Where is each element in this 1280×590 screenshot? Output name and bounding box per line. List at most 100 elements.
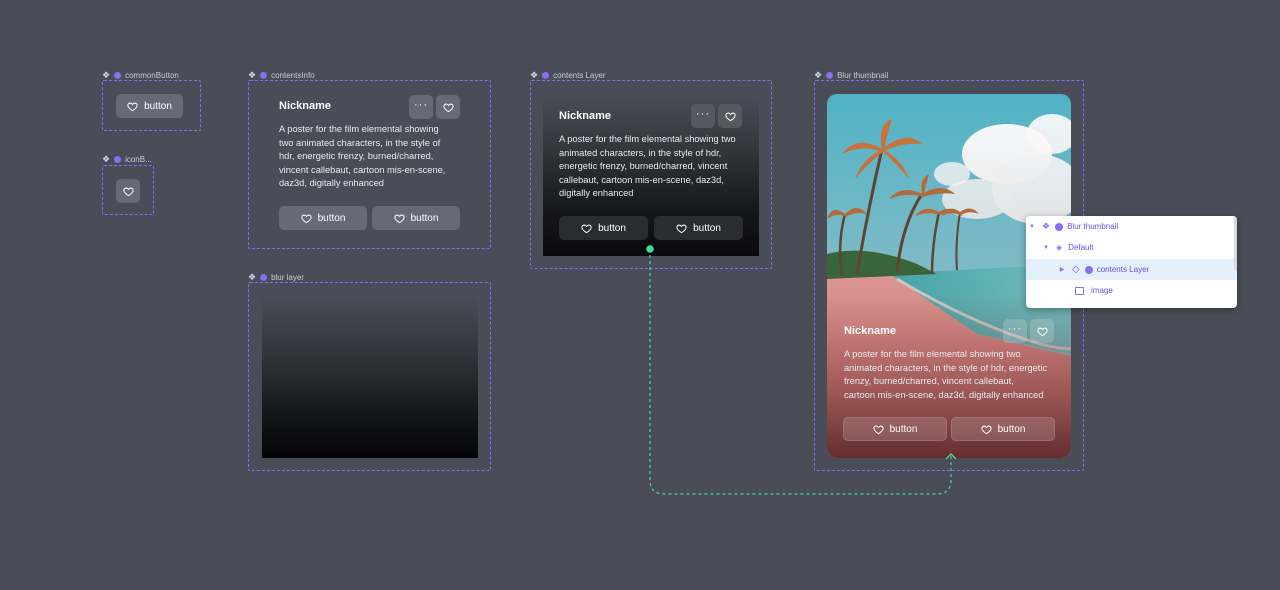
frame-name: contents Layer [553,70,606,80]
heart-icon [980,425,992,434]
component-icon: ❖ [814,69,823,80]
layer-row-blur-thumbnail[interactable]: ▼ ❖ Blur thumbnail [1026,216,1237,237]
description-line: callebaut, cartoon mis-en-scene, daz3d, [559,174,724,185]
like-icon-button[interactable] [718,104,742,128]
description-line: A poster for the film elemental showing [279,124,439,134]
layer-name: Default [1068,243,1094,252]
icon-button-frame[interactable] [102,165,154,215]
variant-dot-icon [1055,222,1064,231]
heart-icon [122,187,134,196]
secondary-action-button[interactable]: button [654,216,743,240]
frame-name: iconB... [125,154,152,164]
instance-icon: ◇ [1072,264,1080,275]
layer-row-contents-layer[interactable]: ▶ ◇ contents Layer [1026,259,1237,280]
primary-action-button[interactable]: button [279,206,367,230]
frame-name: blur layer [271,272,304,282]
blur-gradient [262,296,478,458]
description-line: A poster for the film elemental showing … [559,134,736,144]
caret-down-icon: ▼ [1043,244,1049,251]
component-icon: ❖ [1042,221,1051,231]
description-line: hdr, energetic frenzy, burned/charred, [279,151,434,161]
nickname: Nickname [844,325,896,337]
component-icon: ❖ [248,69,257,80]
button-label: button [598,222,626,234]
description-line: daz3d, digitally enhanced [279,178,384,188]
heart-icon [442,103,454,112]
description-line: animated characters, in the style of hdr… [844,362,1048,373]
more-dots-icon: ··· [414,98,428,111]
button-label: button [144,100,172,112]
frame-name: Blur thumbnail [837,70,889,80]
description-line: digitally enhanced [559,188,634,198]
variant-icon: ◈ [1056,243,1063,252]
nickname: Nickname [559,110,611,122]
variant-dot-icon [542,71,550,79]
contents-layer-frame[interactable]: Nickname ··· A poster for the film eleme… [530,80,772,269]
variant-dot-icon [260,273,268,281]
heart-icon [724,112,736,121]
variant-dot-icon [260,71,268,79]
description-line: energetic frenzy, burned/charred, vincen… [559,161,728,171]
more-button[interactable]: ··· [1003,319,1027,343]
primary-action-button[interactable]: button [843,417,947,441]
layer-name: contents Layer [1096,265,1150,274]
description: A poster for the film elemental showing … [844,348,1066,402]
image-icon [1075,286,1084,295]
heart-icon [872,425,884,434]
description-line: two animated characters, in the style of [279,137,441,148]
contents-layer-card: Nickname ··· A poster for the film eleme… [543,94,759,256]
nickname: Nickname [279,100,331,112]
panel-scrollbar[interactable] [1234,216,1237,270]
button-label: button [693,222,721,234]
more-dots-icon: ··· [696,107,710,120]
more-button[interactable]: ··· [691,104,715,128]
variant-dot-icon [1084,265,1093,274]
heart-icon [127,102,138,111]
heart-icon [393,214,405,223]
description-line: cartoon mis-en-scene, daz3d, digitally e… [844,389,1044,400]
like-icon-button[interactable] [116,179,140,203]
component-icon: ❖ [530,69,539,80]
button-label: button [410,212,439,224]
description-line: animated characters, in the style of hdr… [559,147,722,158]
blur-layer-frame[interactable] [248,282,491,471]
variant-dot-icon [114,155,122,163]
button-label: button [317,212,346,224]
layer-row-default[interactable]: ▼ ◈ Default [1026,237,1237,258]
like-icon-button[interactable] [436,95,460,119]
secondary-action-button[interactable]: button [372,206,460,230]
variant-dot-icon [114,71,122,79]
more-dots-icon: ··· [1008,322,1022,335]
layers-panel[interactable]: ▼ ❖ Blur thumbnail ▼ ◈ Default ▶ ◇ conte… [1026,216,1237,308]
secondary-action-button[interactable]: button [951,417,1055,441]
frame-label-icon-button[interactable]: ❖ iconB... [102,153,152,165]
like-icon-button[interactable] [1030,319,1054,343]
layer-row-image[interactable]: image [1026,280,1237,301]
primary-action-button[interactable]: button [559,216,648,240]
heart-icon [581,224,592,233]
component-icon: ❖ [102,69,111,80]
common-button-frame[interactable]: button [102,80,201,131]
description-line: A poster for the film elemental showing … [844,349,1021,359]
variant-dot-icon [826,71,834,79]
layer-name: image [1091,286,1113,295]
button-label: button [889,423,918,435]
frame-name: commonButton [125,70,179,80]
caret-down-icon: ▼ [1029,223,1035,230]
caret-right-icon: ▶ [1059,267,1065,273]
description: A poster for the film elemental showing … [279,123,469,191]
component-icon: ❖ [102,153,111,164]
heart-icon [1036,327,1048,336]
more-button[interactable]: ··· [409,95,433,119]
button-label: button [997,423,1026,435]
heart-icon [300,214,312,223]
frame-name: contentsInfo [271,70,315,80]
heart-icon [676,224,687,233]
common-button[interactable]: button [116,94,183,118]
layer-name: Blur thumbnail [1067,222,1119,231]
component-icon: ❖ [248,271,257,282]
contents-info-frame[interactable]: Nickname ··· A poster for the film eleme… [248,80,491,249]
description-line: frenzy, burned/charred, vincent callebau… [844,376,1014,386]
description-line: vincent callebaut, cartoon mis-en-scene, [279,164,446,175]
description: A poster for the film elemental showing … [559,133,754,201]
